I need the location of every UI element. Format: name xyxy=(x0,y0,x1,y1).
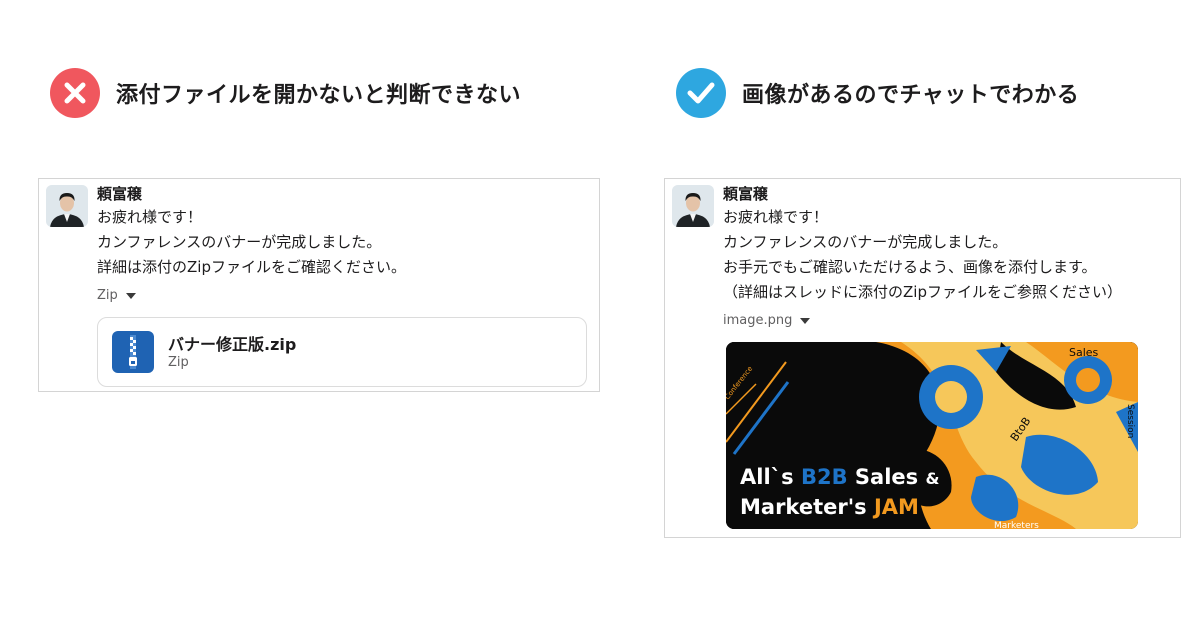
zip-file-icon xyxy=(112,331,154,373)
svg-text:Marketer's JAM: Marketer's JAM xyxy=(740,495,919,519)
avatar[interactable] xyxy=(672,185,714,227)
sender-name[interactable]: 頼富穣 xyxy=(723,184,1172,205)
svg-text:All`s B2B Sales &: All`s B2B Sales & xyxy=(740,465,939,489)
good-example-title: 画像があるのでチャットでわかる xyxy=(742,83,1080,108)
message-line-4: （詳細はスレッドに添付のZipファイルをご参照ください） xyxy=(723,283,1122,301)
message-line-3: 詳細は添付のZipファイルをご確認ください。 xyxy=(97,258,406,276)
banner-tag-sales: Sales xyxy=(1069,346,1099,359)
banner-line2-prefix: Marketer's xyxy=(740,495,874,519)
banner-ampersand: & xyxy=(925,469,939,488)
message-line-3: お手元でもご確認いただけるよう、画像を添付します。 xyxy=(723,258,1097,276)
banner-tag-session: Session xyxy=(1125,404,1135,438)
file-name: バナー修正版.zip xyxy=(168,335,297,354)
file-type: Zip xyxy=(168,355,189,370)
message-line-2: カンファレンスのバナーが完成しました。 xyxy=(723,233,1008,251)
caret-down-icon xyxy=(800,317,811,324)
banner-line1-accent: B2B xyxy=(801,465,848,489)
attachment-toggle[interactable]: Zip xyxy=(97,288,591,303)
attachment-toggle[interactable]: image.png xyxy=(723,313,1172,328)
attachment-label: Zip xyxy=(97,288,118,303)
chat-message-zip-example: 頼富穣 お疲れ様です！ カンファレンスのバナーが完成しました。 詳細は添付のZi… xyxy=(38,178,600,392)
banner-tag-marketers: Marketers xyxy=(994,521,1039,529)
message-line-1: お疲れ様です！ xyxy=(723,208,829,226)
bad-example-title: 添付ファイルを開かないと判断できない xyxy=(116,83,522,108)
message-line-2: カンファレンスのバナーが完成しました。 xyxy=(97,233,382,251)
message-body: 頼富穣 お疲れ様です！ カンファレンスのバナーが完成しました。 お手元でもご確認… xyxy=(723,184,1172,328)
check-circle-icon xyxy=(676,68,726,118)
avatar[interactable] xyxy=(46,185,88,227)
x-circle-icon xyxy=(50,68,100,118)
sender-name[interactable]: 頼富穣 xyxy=(97,184,591,205)
attachment-label: image.png xyxy=(723,313,793,328)
banner-line2-accent: JAM xyxy=(872,495,919,519)
banner-line1-suffix: Sales xyxy=(848,465,926,489)
banner-image-preview[interactable]: All`s B2B Sales & Marketer's JAM Confere… xyxy=(726,342,1138,529)
good-example-heading: 画像があるのでチャットでわかる xyxy=(676,68,1079,118)
message-line-1: お疲れ様です！ xyxy=(97,208,203,226)
caret-down-icon xyxy=(125,292,136,299)
banner-artwork: All`s B2B Sales & Marketer's JAM Confere… xyxy=(726,342,1138,529)
zip-file-attachment[interactable]: バナー修正版.zip Zip xyxy=(97,317,587,387)
banner-line1-prefix: All`s xyxy=(740,465,801,489)
message-body: 頼富穣 お疲れ様です！ カンファレンスのバナーが完成しました。 詳細は添付のZi… xyxy=(97,184,591,303)
bad-example-heading: 添付ファイルを開かないと判断できない xyxy=(50,68,521,118)
chat-message-image-example: 頼富穣 お疲れ様です！ カンファレンスのバナーが完成しました。 お手元でもご確認… xyxy=(664,178,1181,538)
